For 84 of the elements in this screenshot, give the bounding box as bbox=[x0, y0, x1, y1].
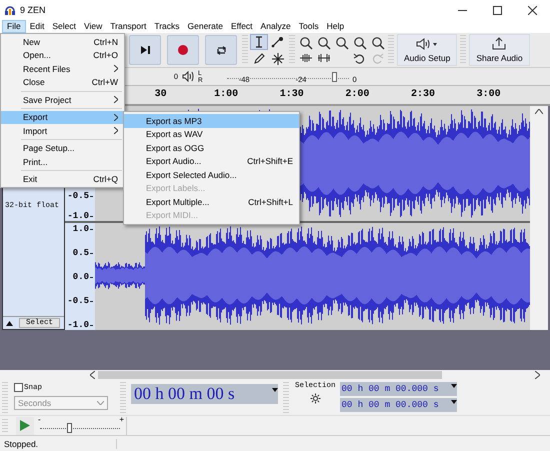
menu-item[interactable]: New Ctrl+N bbox=[1, 35, 124, 48]
menu-item[interactable]: Edit bbox=[26, 20, 48, 33]
record-button[interactable] bbox=[167, 35, 199, 65]
menu-item[interactable]: Export Multiple... Ctrl+Shift+L bbox=[124, 195, 299, 208]
amplitude-label: 0.0 bbox=[72, 272, 89, 282]
menu-item[interactable]: Generate bbox=[184, 20, 227, 33]
menu-item[interactable]: Export Selected Audio... bbox=[124, 168, 299, 182]
loop-button[interactable] bbox=[205, 35, 237, 65]
menu-item[interactable]: Print... bbox=[1, 155, 124, 168]
menu-item[interactable]: Export as OGG bbox=[124, 141, 299, 154]
menu-item[interactable]: Tools bbox=[294, 20, 323, 33]
speed-slider-thumb[interactable] bbox=[67, 422, 72, 432]
status-text: Stopped. bbox=[0, 439, 117, 449]
ibeam-tool-button[interactable] bbox=[250, 34, 268, 50]
menu-item[interactable]: Select bbox=[48, 20, 80, 33]
amplitude-label: -1.0 bbox=[67, 320, 89, 330]
loop-icon bbox=[214, 44, 228, 56]
menu-item[interactable]: Import bbox=[1, 124, 124, 138]
timeline-label: 1:30 bbox=[280, 89, 304, 100]
menu-item[interactable]: View bbox=[80, 20, 106, 33]
menu-item[interactable]: Open... Ctrl+O bbox=[1, 48, 124, 62]
draw-icon bbox=[252, 52, 266, 66]
silence-icon[interactable] bbox=[316, 53, 330, 63]
selection-time-field[interactable]: 00 h 00 m 00.000 s bbox=[340, 398, 457, 412]
play-icon bbox=[20, 420, 30, 431]
amplitude-label: 0.5 bbox=[72, 248, 89, 258]
collapse-icon[interactable] bbox=[6, 320, 13, 326]
scroll-up-icon[interactable] bbox=[535, 109, 543, 114]
timeline-label: 1:00 bbox=[214, 89, 238, 100]
slider-min-label: - bbox=[38, 414, 41, 424]
dropdown-arrow-icon[interactable] bbox=[450, 384, 457, 388]
record-icon bbox=[177, 44, 189, 56]
scrollbar-thumb[interactable] bbox=[98, 371, 442, 379]
speaker-icon bbox=[182, 71, 196, 82]
audio-setup-button[interactable]: Audio Setup bbox=[397, 34, 458, 66]
menu-item[interactable]: Analyze bbox=[256, 20, 295, 33]
slider-max-label: + bbox=[119, 414, 124, 424]
multi-icon bbox=[271, 52, 285, 66]
undo-icon[interactable] bbox=[353, 52, 366, 64]
time-display[interactable]: 00 h 00 m 00 s bbox=[131, 384, 278, 404]
menu-item[interactable]: Export as MP3 bbox=[124, 114, 299, 128]
menu-item[interactable]: Page Setup... bbox=[1, 142, 124, 155]
speaker-icon bbox=[416, 38, 438, 50]
menu-item[interactable]: Export bbox=[1, 110, 124, 124]
share-audio-button[interactable]: Share Audio bbox=[469, 34, 530, 66]
menu-item[interactable]: Export Audio... Ctrl+Shift+E bbox=[124, 154, 299, 168]
amplitude-label: -0.5 bbox=[67, 296, 89, 306]
menu-item[interactable]: Close Ctrl+W bbox=[1, 76, 124, 89]
skip-to-end-button[interactable] bbox=[129, 35, 161, 65]
timeline-label: 2:00 bbox=[345, 89, 370, 100]
chevron-down-icon bbox=[97, 401, 104, 405]
play-at-speed-button[interactable] bbox=[16, 416, 34, 434]
close-icon[interactable] bbox=[528, 6, 537, 14]
menu-item[interactable]: Save Project bbox=[1, 93, 124, 106]
scroll-left-icon[interactable] bbox=[90, 371, 95, 379]
envelope-icon bbox=[271, 35, 285, 49]
snap-checkbox[interactable] bbox=[14, 383, 23, 392]
menu-item[interactable]: Recent Files bbox=[1, 62, 124, 76]
volume-slider-thumb[interactable] bbox=[332, 72, 336, 82]
skip-to-end-icon bbox=[139, 44, 151, 56]
menu-item[interactable]: Exit Ctrl+Q bbox=[1, 172, 124, 186]
amplitude-label: -1.0 bbox=[67, 211, 89, 221]
multi-tool-button[interactable] bbox=[269, 51, 287, 67]
menu-item[interactable]: Transport bbox=[106, 20, 150, 33]
menu-item[interactable]: Tracks bbox=[150, 20, 184, 33]
dropdown-arrow-icon[interactable] bbox=[272, 388, 278, 392]
maximize-icon[interactable] bbox=[493, 6, 502, 14]
timeline-label: 30 bbox=[154, 89, 167, 100]
app-logo-icon bbox=[4, 4, 16, 16]
trim-icon[interactable] bbox=[298, 53, 312, 63]
scroll-right-icon[interactable] bbox=[535, 371, 540, 379]
upload-icon bbox=[492, 37, 506, 50]
timeline-label: 2:30 bbox=[411, 89, 435, 100]
menu-item[interactable]: Help bbox=[322, 20, 348, 33]
window-title: 9 ZEN bbox=[20, 5, 47, 15]
menu-item[interactable]: Export as WAV bbox=[124, 128, 299, 141]
menu-item[interactable]: File bbox=[2, 20, 26, 33]
selection-time-field[interactable]: 00 h 00 m 00.000 s bbox=[340, 382, 457, 396]
settings-icon[interactable] bbox=[310, 393, 321, 404]
amplitude-label: 1.0 bbox=[72, 224, 89, 234]
amplitude-label: -0.5 bbox=[67, 191, 89, 201]
dropdown-arrow-icon[interactable] bbox=[450, 400, 457, 404]
menu-item[interactable]: Effect bbox=[226, 20, 257, 33]
timeline-label: 3:00 bbox=[476, 89, 501, 100]
